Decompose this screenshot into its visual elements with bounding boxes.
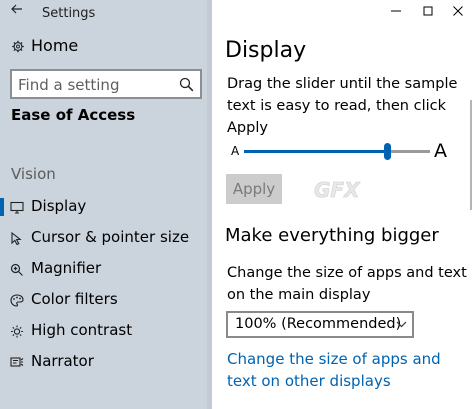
search-icon[interactable]: [179, 77, 194, 92]
minimize-icon: [391, 10, 401, 12]
text-size-slider[interactable]: A A: [230, 140, 455, 164]
svg-text:GFX: GFX: [314, 178, 361, 202]
scale-selected-value: 100% (Recommended): [235, 316, 402, 332]
slider-thumb[interactable]: [384, 143, 391, 160]
other-displays-link[interactable]: Change the size of apps and text on othe…: [227, 348, 467, 392]
cursor-icon: [11, 232, 22, 245]
color-palette-icon: [10, 294, 24, 307]
magnifier-icon: [10, 263, 23, 276]
sidebar-item-label: Display: [31, 197, 87, 215]
sidebar-item-label: Magnifier: [31, 259, 102, 277]
contrast-sun-icon: [11, 325, 23, 338]
close-button[interactable]: [444, 0, 474, 22]
narrator-icon: [10, 357, 24, 367]
content-scrollbar[interactable]: [470, 100, 472, 210]
back-arrow-icon[interactable]: [10, 2, 24, 16]
section-description: Change the size of apps and text on the …: [227, 265, 467, 303]
sidebar-item-label: Cursor & pointer size: [31, 228, 190, 246]
sidebar-item-display[interactable]: Display: [0, 193, 212, 221]
navigation-scrollbar[interactable]: [207, 0, 212, 409]
search-box[interactable]: [10, 69, 202, 99]
page-title: Display: [225, 38, 307, 63]
maximize-icon: [423, 6, 433, 16]
gear-icon: [12, 40, 24, 53]
minimize-button[interactable]: [382, 0, 412, 22]
monitor-icon: [10, 201, 24, 214]
sidebar-item-label: Narrator: [31, 352, 94, 370]
slider-min-label: A: [231, 144, 240, 158]
sidebar-item-narrator[interactable]: Narrator: [0, 348, 212, 376]
sidebar-item-label: High contrast: [31, 321, 133, 339]
close-icon: [453, 6, 463, 16]
sidebar-item-color-filters[interactable]: Color filters: [0, 286, 212, 314]
section-heading: Ease of Access: [11, 106, 136, 124]
search-input[interactable]: [18, 75, 168, 95]
apply-button[interactable]: Apply: [226, 174, 282, 204]
sidebar-item-label: Color filters: [31, 290, 118, 308]
home-label: Home: [31, 36, 79, 55]
scale-dropdown[interactable]: 100% (Recommended): [226, 311, 414, 338]
slider-fill: [244, 150, 387, 153]
sidebar-item-cursor-pointer-size[interactable]: Cursor & pointer size: [0, 224, 212, 252]
home-link[interactable]: Home: [0, 35, 212, 59]
title-bar-left: Settings: [0, 0, 212, 26]
section-title: Make everything bigger: [225, 225, 439, 246]
navigation-pane: Settings Home Ease of Access Vision Disp…: [0, 0, 212, 409]
selection-indicator: [0, 198, 4, 216]
maximize-button[interactable]: [414, 0, 444, 22]
group-heading: Vision: [11, 165, 56, 183]
slider-max-label: A: [434, 140, 447, 162]
app-title: Settings: [42, 6, 96, 21]
slider-description: Drag the slider until the sample text is…: [227, 76, 458, 136]
slider-track[interactable]: [244, 143, 430, 160]
chevron-down-icon: [396, 321, 407, 328]
sidebar-item-high-contrast[interactable]: High contrast: [0, 317, 212, 345]
watermark-logo: GFX: [314, 178, 362, 202]
sidebar-item-magnifier[interactable]: Magnifier: [0, 255, 212, 283]
